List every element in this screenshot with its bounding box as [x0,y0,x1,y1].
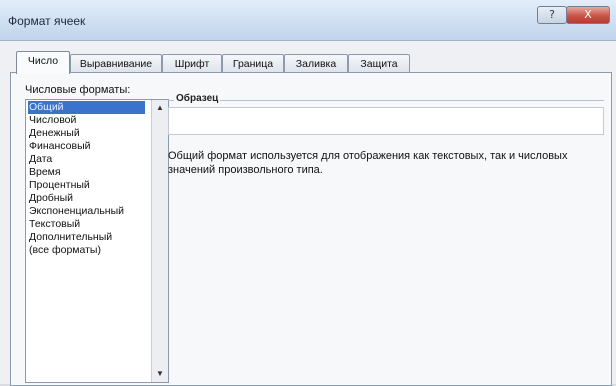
format-description: Общий формат используется для отображени… [168,150,568,176]
list-item-fraction[interactable]: Дробный [29,192,73,205]
sample-label: Образец [174,93,221,104]
list-item-custom[interactable]: (все форматы) [29,244,101,257]
sample-group: Образец [168,93,604,141]
sample-preview [168,107,604,135]
window-title: Формат ячеек [8,14,86,28]
tab-alignment[interactable]: Выравнивание [70,54,162,73]
tab-fill[interactable]: Заливка [284,54,348,73]
tab-protection[interactable]: Защита [348,54,410,73]
list-item-scientific[interactable]: Экспоненциальный [29,205,124,218]
help-button[interactable]: ? [537,6,567,24]
list-item-currency[interactable]: Денежный [29,127,80,140]
close-button[interactable]: X [566,6,610,24]
tab-font[interactable]: Шрифт [162,54,222,73]
list-item-date[interactable]: Дата [29,153,52,166]
list-item-text[interactable]: Текстовый [29,218,80,231]
scroll-down-icon[interactable]: ▼ [152,366,168,382]
list-item-number[interactable]: Числовой [29,114,76,127]
number-formats-label: Числовые форматы: [25,84,131,96]
tab-panel-number: Числовые форматы: Общий Числовой Денежны… [10,72,612,386]
number-formats-list[interactable]: Общий Числовой Денежный Финансовый Дата … [25,99,169,383]
scroll-up-icon[interactable]: ▲ [152,100,168,116]
list-item-accounting[interactable]: Финансовый [29,140,90,153]
tab-number[interactable]: Число [16,51,70,74]
list-item-special[interactable]: Дополнительный [29,231,112,244]
list-item-percentage[interactable]: Процентный [29,179,90,192]
sample-group-border [168,100,604,101]
list-scrollbar[interactable]: ▲ ▼ [151,100,168,382]
title-bar: Формат ячеек ? X [0,0,616,41]
tab-border[interactable]: Граница [222,54,284,73]
list-item-general[interactable]: Общий [28,101,145,114]
format-cells-dialog: Число Выравнивание Шрифт Граница Заливка… [0,41,616,386]
list-item-time[interactable]: Время [29,166,61,179]
